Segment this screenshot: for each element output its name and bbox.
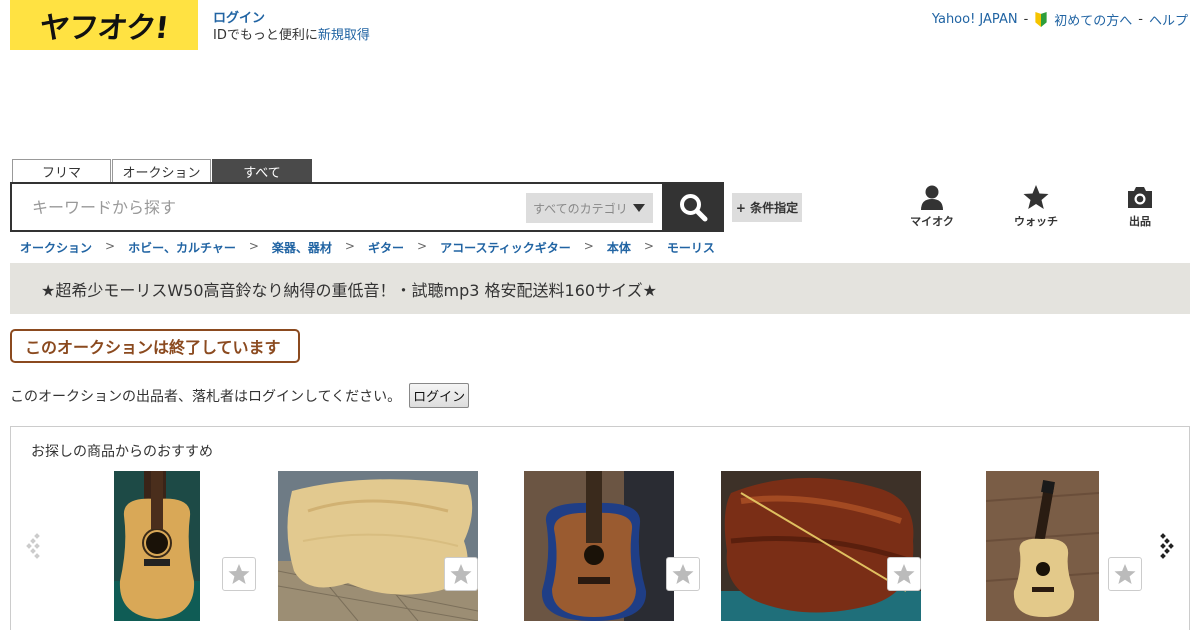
watch-list-label: ウォッチ (1014, 215, 1058, 228)
person-icon (921, 185, 943, 210)
breadcrumb-separator: > (105, 239, 116, 253)
guitar-front-dark-image (114, 471, 200, 621)
carousel-prev-icon[interactable] (25, 532, 45, 560)
item-thumbnail[interactable] (986, 471, 1099, 621)
item-thumbnail[interactable] (524, 471, 674, 621)
breadcrumb-item[interactable]: ギター (368, 239, 404, 256)
search-button[interactable] (662, 182, 724, 232)
auction-title: ★超希少モーリスW50高音鈴なり納得の重低音！・試聴mp3 格安配送料160サイ… (41, 280, 657, 300)
breadcrumb-item[interactable]: 楽器、器材 (272, 239, 332, 256)
login-sub-text: IDでもっと便利に (213, 28, 318, 43)
login-note: このオークションの出品者、落札者はログインしてください。 ログイン (10, 383, 470, 408)
sell-label: 出品 (1129, 215, 1151, 228)
search-input[interactable] (12, 187, 512, 227)
camera-icon (1128, 187, 1152, 208)
guitar-body-wood-image (278, 471, 478, 621)
star-icon (1023, 185, 1049, 209)
login-note-text: このオークションの出品者、落札者はログインしてください。 (10, 388, 402, 405)
search-icon (680, 194, 708, 222)
item-thumbnail[interactable] (721, 471, 921, 621)
tab-all[interactable]: すべて (212, 159, 312, 183)
item-thumbnail[interactable] (278, 471, 478, 621)
star-icon (228, 564, 250, 584)
breadcrumb-item[interactable]: モーリス (667, 239, 715, 256)
register-link[interactable]: 新規取得 (318, 28, 370, 43)
beginner-mark-icon (1035, 12, 1047, 27)
yahoo-japan-link[interactable]: Yahoo! JAPAN (932, 12, 1018, 27)
breadcrumb-item[interactable]: オークション (20, 239, 92, 256)
yahuoku-logo[interactable]: ヤフオク! (10, 0, 198, 50)
tab-furima[interactable]: フリマ (12, 159, 111, 183)
guitar-back-rosewood-image (721, 471, 921, 621)
condition-button[interactable]: + 条件指定 (732, 193, 802, 222)
sell-button[interactable]: 出品 (1088, 184, 1192, 229)
star-icon (1114, 564, 1136, 584)
guitar-on-floor-image (986, 471, 1099, 621)
item-thumbnail[interactable] (114, 471, 200, 621)
breadcrumb-separator: > (583, 239, 594, 253)
category-select[interactable]: すべてのカテゴリ (526, 193, 653, 223)
recommendation-panel: お探しの商品からのおすすめ (10, 426, 1190, 630)
separator: - (1138, 12, 1143, 27)
my-auction-label: マイオク (910, 215, 954, 228)
star-icon (893, 564, 915, 584)
login-button[interactable]: ログイン (409, 383, 470, 408)
help-link[interactable]: ヘルプ (1149, 10, 1188, 29)
search-box: すべてのカテゴリ (10, 182, 663, 232)
my-auction-button[interactable]: マイオク (880, 184, 984, 229)
top-links: Yahoo! JAPAN - 初めての方へ - ヘルプ (932, 10, 1188, 29)
watch-add-button[interactable] (222, 557, 256, 591)
breadcrumb-item[interactable]: アコースティックギター (440, 239, 571, 256)
separator: - (1023, 12, 1029, 27)
watch-list-button[interactable]: ウォッチ (984, 184, 1088, 229)
search-tabs: フリマ オークション すべて (12, 159, 313, 183)
login-link[interactable]: ログイン (213, 10, 370, 27)
breadcrumb-separator: > (248, 239, 259, 253)
star-icon (672, 564, 694, 584)
breadcrumb-separator: > (344, 239, 355, 253)
breadcrumb-separator: > (417, 239, 428, 253)
login-box: ログイン IDでもっと便利に新規取得 (213, 10, 370, 44)
watch-add-button[interactable] (444, 557, 478, 591)
guitar-in-case-image (524, 471, 674, 621)
watch-add-button[interactable] (666, 557, 700, 591)
header-icons: マイオク ウォッチ 出品 (880, 184, 1192, 229)
chevron-down-icon (633, 204, 645, 212)
watch-add-button[interactable] (1108, 557, 1142, 591)
recommendation-title: お探しの商品からのおすすめ (31, 444, 213, 460)
category-select-label: すべてのカテゴリ (533, 201, 628, 216)
auction-ended-notice: このオークションは終了しています (10, 329, 300, 363)
breadcrumb-item[interactable]: ホビー、カルチャー (128, 239, 236, 256)
tab-auction[interactable]: オークション (112, 159, 211, 183)
carousel-next-icon[interactable] (1155, 532, 1175, 560)
beginner-link[interactable]: 初めての方へ (1054, 10, 1132, 29)
auction-title-bar: ★超希少モーリスW50高音鈴なり納得の重低音！・試聴mp3 格安配送料160サイ… (10, 263, 1190, 314)
logo-text: ヤフオク! (37, 11, 170, 46)
breadcrumb-separator: > (643, 239, 654, 253)
watch-add-button[interactable] (887, 557, 921, 591)
star-icon (450, 564, 472, 584)
breadcrumb: オークション > ホビー、カルチャー > 楽器、器材 > ギター > アコーステ… (20, 239, 715, 256)
breadcrumb-item[interactable]: 本体 (607, 239, 631, 256)
